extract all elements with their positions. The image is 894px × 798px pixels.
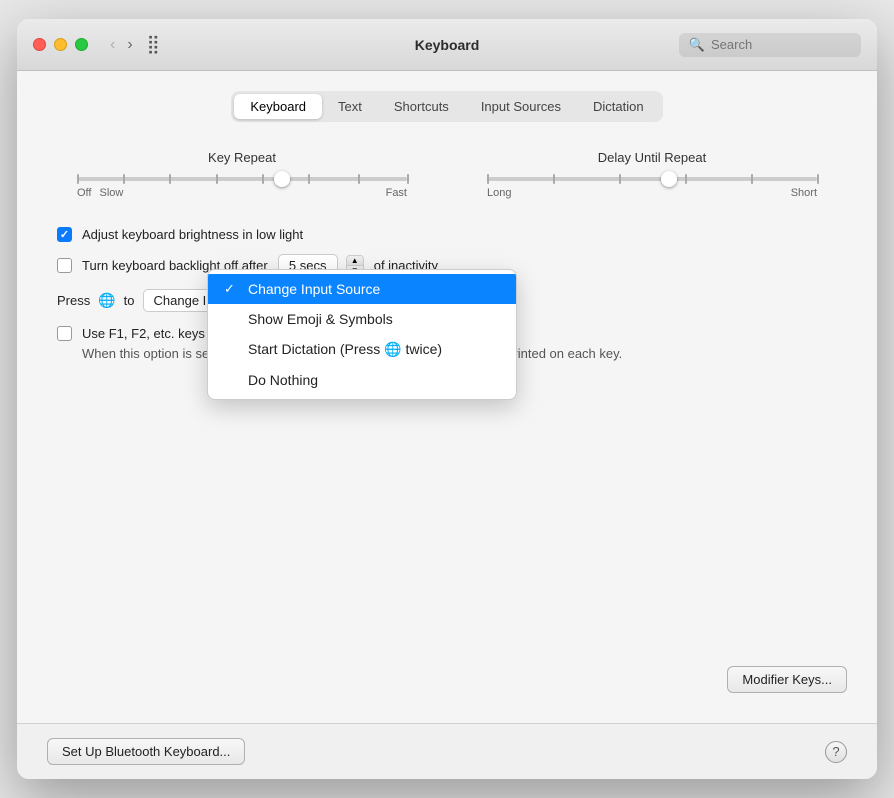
dropdown-item-label: Show Emoji & Symbols — [248, 311, 393, 327]
tab-keyboard[interactable]: Keyboard — [234, 94, 322, 119]
search-box: 🔍 — [679, 33, 861, 57]
brightness-checkbox[interactable] — [57, 227, 72, 242]
dropdown-item-change-input[interactable]: ✓ Change Input Source — [208, 274, 516, 304]
press-prefix: Press — [57, 293, 90, 308]
search-icon: 🔍 — [689, 37, 705, 53]
traffic-lights — [33, 38, 88, 51]
key-repeat-group: Key Repeat Off — [77, 150, 407, 199]
check-mark-icon: ✓ — [224, 281, 240, 297]
tick — [619, 174, 621, 184]
tab-text[interactable]: Text — [322, 94, 378, 119]
stepper-up-button[interactable]: ▲ — [347, 256, 363, 266]
key-repeat-thumb[interactable] — [274, 171, 290, 187]
delay-repeat-thumb[interactable] — [661, 171, 677, 187]
content-area: Keyboard Text Shortcuts Input Sources Di… — [17, 71, 877, 723]
tick — [169, 174, 171, 184]
key-repeat-slow-label: Slow — [99, 187, 123, 199]
key-repeat-slider-container — [77, 177, 407, 187]
footer-bar: Set Up Bluetooth Keyboard... ? — [17, 723, 877, 779]
key-repeat-off-label: Off — [77, 187, 91, 199]
setup-bluetooth-button[interactable]: Set Up Bluetooth Keyboard... — [47, 738, 245, 765]
window-title: Keyboard — [415, 37, 480, 53]
press-row: Press 🌐 to Change Input Source ✓ Change … — [47, 289, 847, 312]
tick — [308, 174, 310, 184]
globe-icon: 🌐 — [98, 292, 115, 309]
tab-shortcuts[interactable]: Shortcuts — [378, 94, 465, 119]
key-repeat-range-labels: Off Slow Fast — [77, 187, 407, 199]
forward-button[interactable]: › — [123, 34, 136, 56]
sliders-section: Key Repeat Off — [47, 150, 847, 199]
dropdown-item-nothing[interactable]: Do Nothing — [208, 365, 516, 395]
minimize-button[interactable] — [54, 38, 67, 51]
tick — [123, 174, 125, 184]
backlight-checkbox[interactable] — [57, 258, 72, 273]
tab-bar: Keyboard Text Shortcuts Input Sources Di… — [231, 91, 662, 122]
dropdown-item-label: Start Dictation (Press 🌐 twice) — [248, 341, 442, 358]
dropdown-item-dictation[interactable]: Start Dictation (Press 🌐 twice) — [208, 334, 516, 365]
dropdown-item-label: Do Nothing — [248, 372, 318, 388]
f1-checkbox[interactable] — [57, 326, 72, 341]
search-input[interactable] — [711, 37, 851, 52]
dropdown-item-emoji[interactable]: Show Emoji & Symbols — [208, 304, 516, 334]
modifier-keys-button[interactable]: Modifier Keys... — [727, 666, 847, 693]
tick — [685, 174, 687, 184]
close-button[interactable] — [33, 38, 46, 51]
tick — [262, 174, 264, 184]
tick — [817, 174, 819, 184]
bottom-buttons: Modifier Keys... — [47, 656, 847, 703]
nav-arrows: ‹ › — [106, 34, 137, 56]
grid-icon[interactable]: ⣿ — [147, 34, 160, 55]
tab-dictation[interactable]: Dictation — [577, 94, 660, 119]
back-button[interactable]: ‹ — [106, 34, 119, 56]
tick — [487, 174, 489, 184]
brightness-label: Adjust keyboard brightness in low light — [82, 227, 303, 242]
maximize-button[interactable] — [75, 38, 88, 51]
key-repeat-label: Key Repeat — [208, 150, 276, 165]
delay-repeat-long-label: Long — [487, 187, 511, 199]
delay-repeat-range-labels: Long Short — [487, 187, 817, 199]
main-window: ‹ › ⣿ Keyboard 🔍 Keyboard Text Shortcuts… — [17, 19, 877, 779]
tab-input-sources[interactable]: Input Sources — [465, 94, 577, 119]
dropdown-item-label: Change Input Source — [248, 281, 380, 297]
tick — [77, 174, 79, 184]
delay-repeat-label: Delay Until Repeat — [598, 150, 706, 165]
dropdown-menu: ✓ Change Input Source Show Emoji & Symbo… — [207, 269, 517, 400]
delay-repeat-track — [487, 177, 817, 181]
brightness-row: Adjust keyboard brightness in low light — [47, 227, 847, 242]
delay-repeat-short-label: Short — [791, 187, 817, 199]
tick — [358, 174, 360, 184]
tick — [407, 174, 409, 184]
delay-repeat-slider-container — [487, 177, 817, 187]
delay-repeat-group: Delay Until Repeat Long Short — [487, 150, 817, 199]
tick — [751, 174, 753, 184]
tick — [553, 174, 555, 184]
key-repeat-fast-label: Fast — [386, 187, 407, 199]
help-button[interactable]: ? — [825, 741, 847, 763]
key-repeat-track — [77, 177, 407, 181]
titlebar: ‹ › ⣿ Keyboard 🔍 — [17, 19, 877, 71]
tick — [216, 174, 218, 184]
press-suffix: to — [124, 293, 135, 308]
